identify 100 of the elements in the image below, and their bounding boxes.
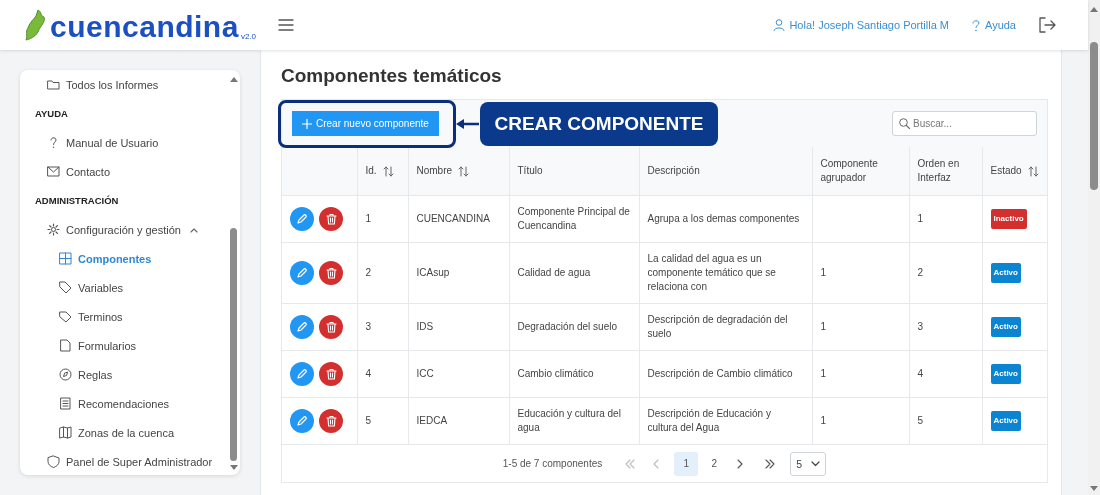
sidebar-item[interactable]: Manual de Usuario	[20, 128, 228, 157]
trash-icon	[325, 321, 337, 333]
sidebar-item[interactable]: Recomendaciones	[20, 389, 228, 418]
delete-button[interactable]	[319, 207, 343, 231]
version-label: v2.0	[240, 32, 256, 41]
trash-icon	[325, 415, 337, 427]
column-header: Título	[517, 164, 543, 178]
scroll-down-icon	[230, 465, 238, 471]
table-cell: 4	[917, 368, 924, 379]
logout-icon[interactable]	[1038, 17, 1056, 33]
column-header: Estado	[990, 164, 1022, 178]
page-title: Componentes temáticos	[281, 64, 503, 88]
logo-icon	[22, 8, 48, 42]
compass-icon	[59, 368, 72, 381]
table-cell: ICC	[416, 368, 434, 379]
sort-icon	[458, 165, 470, 177]
table-cell: 3	[917, 321, 924, 332]
delete-button[interactable]	[319, 409, 343, 433]
sidebar-item[interactable]: Zonas de la cuenca	[20, 418, 228, 447]
table-cell: Descripción de Educación y cultura del Agua	[647, 408, 771, 433]
delete-button[interactable]	[319, 315, 343, 339]
page-button[interactable]: 1	[674, 451, 699, 476]
scroll-down-icon	[1090, 486, 1098, 492]
edit-button[interactable]	[290, 409, 314, 433]
sort-icon	[382, 165, 394, 177]
status-badge: Activo	[990, 364, 1021, 384]
table-cell: CUENCANDINA	[416, 213, 490, 224]
column-header: Orden en Interfaz	[917, 157, 961, 185]
shield-icon	[47, 455, 60, 468]
trash-icon	[325, 368, 337, 380]
delete-button[interactable]	[319, 362, 343, 386]
column-header: Componente agrupador	[820, 157, 879, 185]
scrollbar-thumb[interactable]	[1090, 42, 1098, 190]
user-link[interactable]: Hola! Joseph Santiago Portilla M	[773, 19, 949, 31]
last-page-icon	[765, 458, 776, 469]
scrollbar-thumb[interactable]	[230, 228, 237, 461]
sidebar-item[interactable]: Variables	[20, 273, 228, 302]
column-header: Nombre	[416, 164, 453, 178]
sidebar-item[interactable]: Contacto	[20, 157, 228, 186]
page-summary: 1-5 de 7 componentes	[502, 458, 603, 469]
table-cell: 5	[917, 415, 924, 426]
map-icon	[59, 426, 72, 439]
table-cell: 1	[365, 213, 372, 224]
sidebar-item[interactable]: Reglas	[20, 360, 228, 389]
sidebar-item[interactable]: Panel de Super Administrador	[20, 447, 228, 475]
grid-icon	[59, 252, 72, 265]
table-cell: Componente Principal de Cuencandina	[517, 206, 630, 231]
table-cell: Descripción de Cambio climático	[647, 368, 793, 379]
table-cell: 1	[820, 321, 827, 332]
status-badge: Activo	[990, 263, 1021, 283]
edit-button[interactable]	[290, 207, 314, 231]
table-cell: 4	[365, 368, 372, 379]
table-cell: Educación y cultura del agua	[517, 408, 621, 433]
status-badge: Activo	[990, 411, 1021, 431]
sidebar-group[interactable]: Configuración y gestión	[20, 215, 228, 244]
user-icon	[773, 19, 786, 31]
status-badge: Inactivo	[990, 209, 1027, 229]
table-cell: Cambio climático	[517, 368, 594, 379]
edit-button[interactable]	[290, 261, 314, 285]
table-cell: 1	[820, 368, 827, 379]
scroll-up-icon	[1090, 6, 1098, 12]
tag-icon	[59, 281, 72, 294]
status-badge: Activo	[990, 317, 1021, 337]
sidebar-item[interactable]: Todos los Informes	[20, 70, 228, 99]
mail-icon	[47, 165, 60, 178]
caret-icon	[190, 226, 198, 233]
pencil-icon	[296, 213, 308, 225]
edit-button[interactable]	[290, 362, 314, 386]
table-cell: 1	[917, 213, 924, 224]
sidebar-item[interactable]: Terminos	[20, 302, 228, 331]
table-cell: Agrupa a los demas componentes	[647, 213, 800, 224]
scroll-up-icon	[230, 76, 238, 82]
delete-button[interactable]	[319, 261, 343, 285]
section-heading: AYUDA	[34, 107, 69, 121]
menu-icon[interactable]	[278, 19, 294, 31]
section-heading: ADMINISTRACIÓN	[34, 194, 120, 208]
table-cell: IEDCA	[416, 415, 448, 426]
document-icon	[59, 339, 72, 352]
table-cell: Degradación del suelo	[517, 321, 617, 332]
page-button[interactable]: 2	[702, 451, 727, 476]
chevron-down-icon	[811, 460, 821, 467]
help-link[interactable]: Ayuda	[971, 18, 1016, 32]
sidebar-item[interactable]: Formularios	[20, 331, 228, 360]
gear-icon	[47, 223, 60, 236]
question-icon	[47, 136, 60, 149]
pencil-icon	[296, 267, 308, 279]
trash-icon	[325, 213, 337, 225]
table-cell: 2	[917, 267, 924, 278]
question-icon	[971, 18, 981, 32]
edit-button[interactable]	[290, 315, 314, 339]
table-cell: Calidad de agua	[517, 267, 591, 278]
table-cell: 1	[820, 415, 827, 426]
folder-icon	[47, 78, 60, 91]
callout-label: CREAR COMPONENTE	[480, 102, 718, 146]
page-size-select[interactable]: 5	[790, 451, 827, 476]
trash-icon	[325, 267, 337, 279]
search-field[interactable]: Buscar...	[892, 111, 1037, 136]
pencil-icon	[296, 415, 308, 427]
sort-icon	[1027, 165, 1039, 177]
sidebar-item[interactable]: Componentes	[20, 244, 228, 273]
